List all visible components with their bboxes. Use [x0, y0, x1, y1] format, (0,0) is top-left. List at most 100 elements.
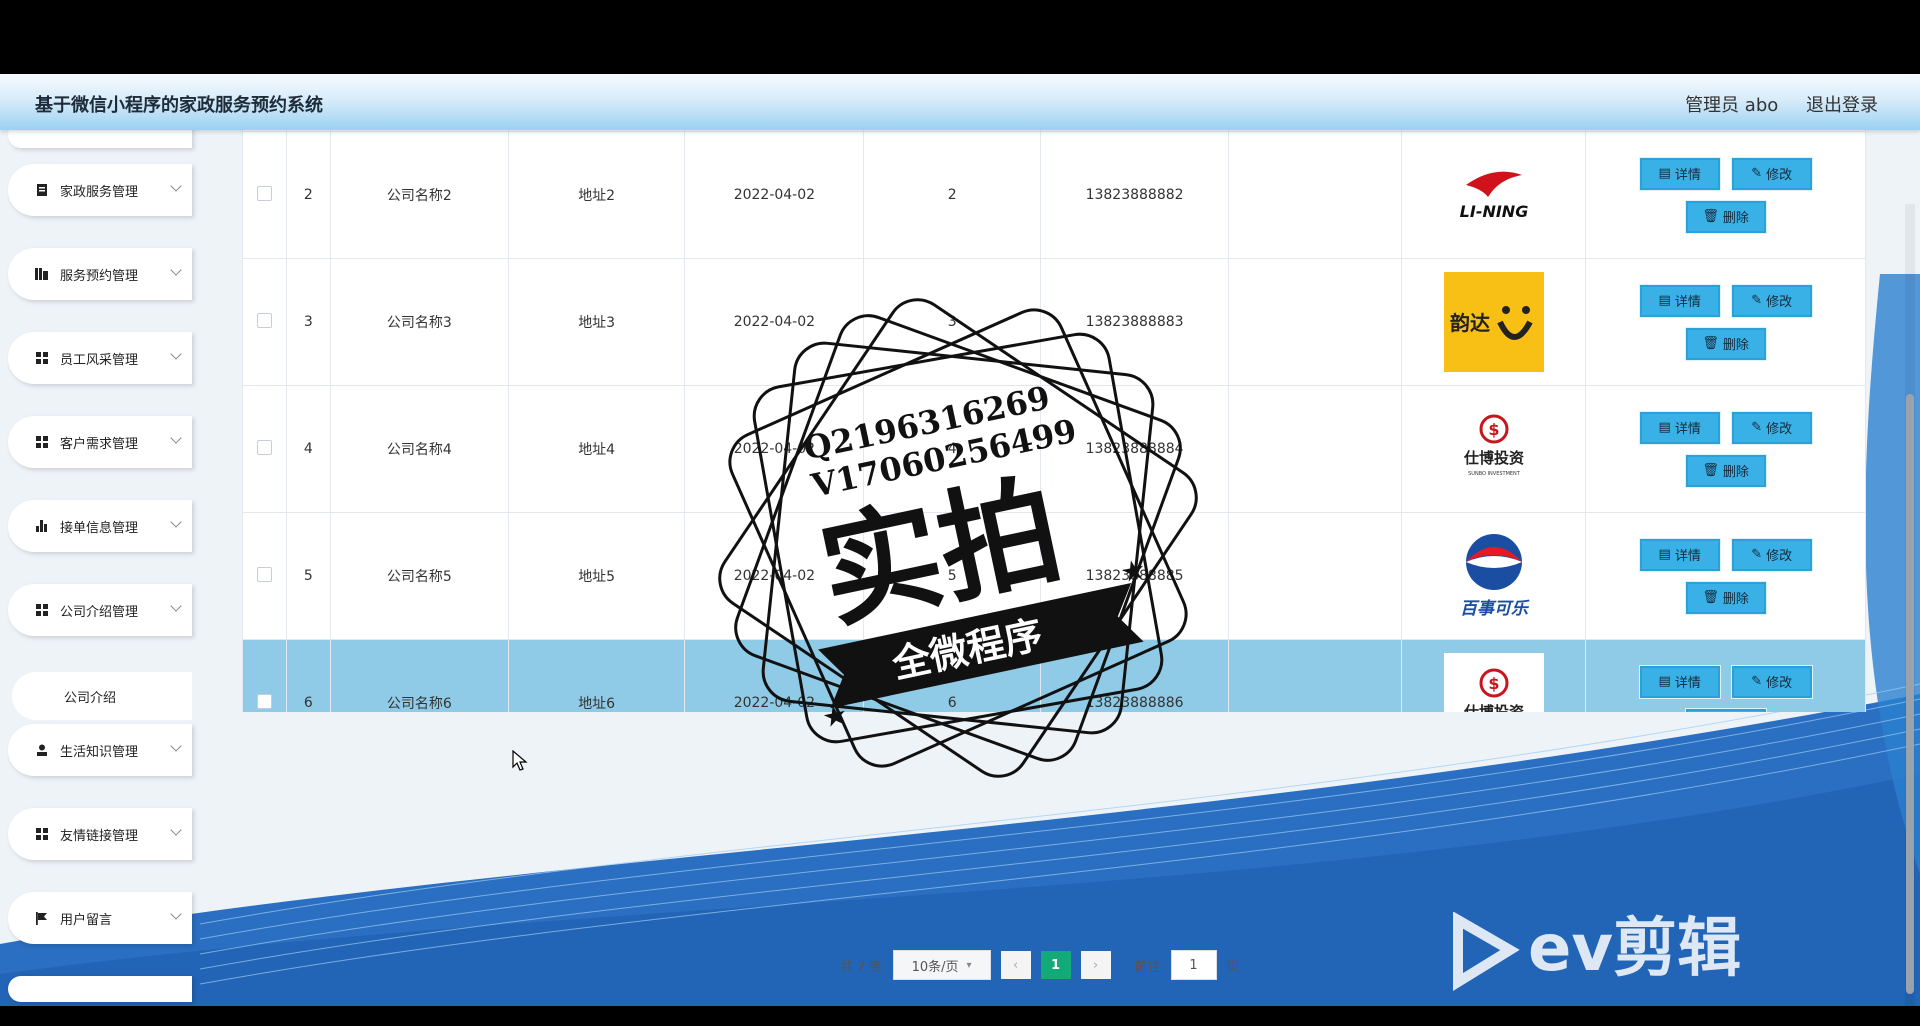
cell-date: 2022-04-02	[684, 639, 865, 712]
cell-number: 5	[863, 512, 1042, 640]
svg-text:$: $	[1488, 420, 1499, 439]
goto-page-input[interactable]: 1	[1170, 950, 1217, 980]
detail-button[interactable]: ▤ 详情	[1638, 664, 1721, 699]
logout-link[interactable]: 退出登录	[1806, 95, 1878, 116]
cell-index: 4	[285, 385, 331, 513]
sidebar-item-label: 友情链接管理	[60, 828, 139, 844]
sidebar-item-links[interactable]: 友情链接管理	[8, 808, 192, 860]
edit-button[interactable]: ✎ 修改	[1730, 664, 1813, 699]
edit-button[interactable]: ✎ 修改	[1730, 156, 1813, 191]
chevron-down-icon	[170, 348, 182, 360]
cell-index: 3	[285, 258, 331, 386]
cell-company-name: 公司名称4	[329, 385, 509, 513]
table-body: 🗑删除 2公司名称2地址22022-04-02213823888882LI-NI…	[242, 130, 1866, 712]
sidebar-item-life-knowledge[interactable]: 生活知识管理	[8, 724, 192, 776]
trash-icon: 🗑	[1702, 209, 1719, 224]
chevron-down-icon	[170, 264, 182, 276]
chevron-down-icon	[170, 432, 182, 444]
goto-prefix: 前往	[1134, 959, 1161, 975]
grid-icon	[34, 603, 50, 617]
edit-button[interactable]: ✎ 修改	[1730, 410, 1813, 445]
row-checkbox[interactable]	[256, 439, 272, 455]
cell-date: 2022-04-02	[684, 131, 865, 259]
pencil-icon: ✎	[1751, 166, 1763, 181]
sidebar-item-staff[interactable]: 员工风采管理	[8, 332, 192, 384]
sidebar-item-messages[interactable]: 用户留言	[8, 892, 192, 944]
cell-company-name: 公司名称3	[329, 258, 509, 386]
cell-company-name: 公司名称5	[329, 512, 509, 640]
mouse-cursor-icon	[512, 750, 528, 771]
submenu-company-intro[interactable]: 公司介绍	[12, 672, 192, 720]
sidebar-item-customer-needs[interactable]: 客户需求管理	[8, 416, 192, 468]
detail-icon: ▤	[1658, 547, 1671, 562]
sidebar-item-label: 员工风采管理	[60, 352, 139, 368]
sidebar: 家政服务管理 服务预约管理 员工风采管理 客户需求管理 接单信息管理 公司介绍管…	[0, 122, 200, 1006]
pencil-icon: ✎	[1751, 674, 1763, 689]
cell-phone: 13823888885	[1040, 512, 1229, 640]
delete-button[interactable]: 🗑删除	[1684, 453, 1767, 488]
pencil-icon: ✎	[1751, 293, 1763, 308]
company-logo: 韵达	[1443, 272, 1544, 372]
pencil-icon: ✎	[1751, 420, 1763, 435]
table-row: 6公司名称6地址62022-04-02613823888886$仕博投资SUNB…	[242, 639, 1866, 712]
detail-button[interactable]: ▤ 详情	[1638, 410, 1721, 445]
cell-address: 地址3	[507, 258, 686, 386]
row-checkbox[interactable]	[256, 693, 272, 709]
detail-icon: ▤	[1658, 166, 1671, 181]
sidebar-item-label: 接单信息管理	[60, 520, 139, 536]
sidebar-item-housekeeping[interactable]: 家政服务管理	[8, 164, 192, 216]
company-logo: LI-NING	[1443, 145, 1544, 245]
edit-button[interactable]: ✎ 修改	[1730, 537, 1813, 572]
table-row: 5 公司名称5 地址5 2022-04-02 5 13823888885 百事可乐 ▤ 详情 ✎ 修…	[242, 512, 1866, 640]
delete-button[interactable]: 🗑删除	[1684, 199, 1767, 234]
table-row: 3 公司名称3 地址3 2022-04-02 3 13823888883 韵达 ▤ 详情 ✎ 修改 🗑…	[242, 258, 1866, 386]
detail-button[interactable]: ▤ 详情	[1638, 156, 1721, 191]
scrollbar-thumb[interactable]	[1906, 394, 1914, 994]
detail-button[interactable]: ▤ 详情	[1638, 537, 1721, 572]
edit-button[interactable]: ✎ 修改	[1730, 283, 1813, 318]
svg-text:SUNBO INVESTMENT: SUNBO INVESTMENT	[1468, 471, 1521, 477]
cell-phone: 13823888886	[1040, 639, 1229, 712]
user-area: 管理员 abo 退出登录	[1663, 91, 1878, 117]
sidebar-item-label: 客户需求管理	[60, 436, 139, 452]
delete-button[interactable]: 🗑删除	[1684, 707, 1767, 712]
chevron-down-icon	[170, 824, 182, 836]
sidebar-item-company[interactable]: 公司介绍管理	[8, 584, 192, 636]
goto-suffix: 页	[1226, 959, 1240, 975]
company-logo: 百事可乐	[1443, 526, 1544, 626]
page-number-current[interactable]: 1	[1040, 951, 1071, 979]
svg-text:仕博投资: 仕博投资	[1462, 703, 1523, 712]
sidebar-item-label: 生活知识管理	[60, 744, 139, 760]
svg-text:$: $	[1488, 674, 1499, 693]
row-checkbox[interactable]	[256, 185, 272, 201]
sidebar-item-partial-bottom[interactable]	[8, 976, 192, 1002]
delete-button[interactable]: 🗑删除	[1684, 326, 1767, 361]
cell-phone: 13823888883	[1040, 258, 1229, 386]
sidebar-item-label: 公司介绍管理	[60, 604, 139, 620]
sunbo-logo: $ 仕博投资 SUNBO INVESTMENT	[1462, 414, 1524, 477]
sidebar-item-orders[interactable]: 接单信息管理	[8, 500, 192, 552]
cell-number: 4	[863, 385, 1042, 513]
svg-text:百事可乐: 百事可乐	[1460, 599, 1530, 619]
prev-page-button[interactable]: ‹	[1000, 951, 1031, 979]
svg-text:韵达: 韵达	[1450, 311, 1490, 335]
detail-button[interactable]: ▤ 详情	[1638, 283, 1721, 318]
sidebar-item-booking[interactable]: 服务预约管理	[8, 248, 192, 300]
chevron-right-icon: ›	[1092, 957, 1099, 973]
row-checkbox[interactable]	[256, 566, 272, 582]
chevron-down-icon	[170, 516, 182, 528]
pagination: 共 7 条 10条/页 ▾ ‹ 1 › 前往 1 页	[840, 950, 1240, 980]
delete-button[interactable]: 🗑删除	[1684, 580, 1767, 615]
svg-text:LI-NING: LI-NING	[1459, 202, 1528, 221]
page-size-select[interactable]: 10条/页 ▾	[892, 950, 991, 980]
next-page-button[interactable]: ›	[1080, 951, 1111, 979]
cell-date: 2022-04-02	[684, 385, 865, 513]
grid-icon	[34, 435, 50, 449]
company-logo: $仕博投资SUNBO INVESTMENT	[1443, 653, 1544, 712]
cell-address: 地址6	[507, 639, 686, 712]
row-checkbox[interactable]	[256, 312, 272, 328]
chevron-down-icon	[170, 908, 182, 920]
cell-phone: 13823888884	[1040, 385, 1229, 513]
cell-extra	[1227, 512, 1402, 640]
cell-extra	[1227, 385, 1402, 513]
